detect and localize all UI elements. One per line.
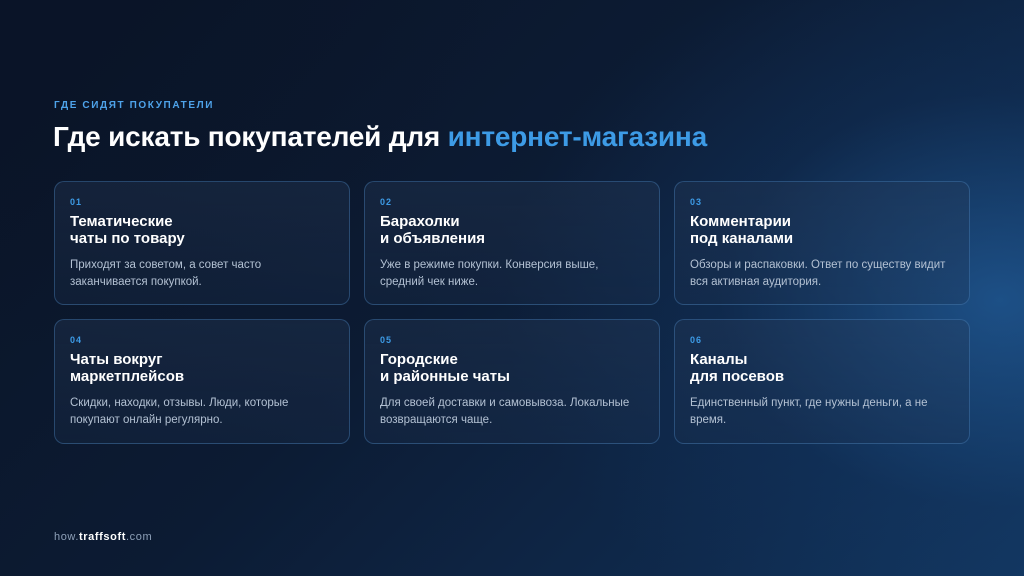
card-description: Скидки, находки, отзывы. Люди, которые п… bbox=[70, 397, 289, 426]
card-number: 04 bbox=[70, 335, 83, 345]
card-number: 05 bbox=[380, 335, 393, 345]
page-title: Где искать покупателей для интернет-мага… bbox=[53, 121, 707, 153]
card-number: 06 bbox=[690, 335, 703, 345]
card-flea-markets: 02 Барахолки и объявления Уже в режиме п… bbox=[364, 181, 660, 305]
card-title: Комментарии под каналами bbox=[690, 213, 794, 247]
card-title: Тематические чаты по товару bbox=[70, 213, 185, 247]
card-description: Уже в режиме покупки. Конверсия выше, ср… bbox=[380, 259, 599, 288]
footer-suffix: .com bbox=[125, 531, 153, 543]
card-channel-comments: 03 Комментарии под каналами Обзоры и рас… bbox=[674, 181, 970, 305]
card-marketplace-chats: 04 Чаты вокруг маркетплейсов Скидки, нах… bbox=[54, 319, 350, 444]
card-chat-topic: 01 Тематические чаты по товару Приходят … bbox=[54, 181, 350, 305]
card-title: Барахолки и объявления bbox=[380, 213, 486, 247]
slide: ГДЕ СИДЯТ ПОКУПАТЕЛИ Где искать покупате… bbox=[0, 0, 1024, 576]
card-number: 01 bbox=[70, 197, 83, 207]
footer-brand: traffsoft bbox=[79, 531, 126, 543]
footer-prefix: how. bbox=[54, 531, 80, 543]
card-paid-channels: 06 Каналы для посевов Единственный пункт… bbox=[674, 319, 970, 444]
card-title: Городские и районные чаты bbox=[380, 351, 510, 385]
card-city-chats: 05 Городские и районные чаты Для своей д… bbox=[364, 319, 660, 444]
card-description: Для своей доставки и самовывоза. Локальн… bbox=[380, 397, 630, 426]
card-number: 02 bbox=[380, 197, 393, 207]
card-number: 03 bbox=[690, 197, 703, 207]
card-description: Обзоры и распаковки. Ответ по существу в… bbox=[690, 259, 946, 288]
card-title: Чаты вокруг маркетплейсов bbox=[70, 351, 185, 385]
card-description: Единственный пункт, где нужны деньги, а … bbox=[690, 397, 928, 426]
card-description: Приходят за советом, а совет часто закан… bbox=[70, 259, 262, 288]
title-main: Где искать покупателей для bbox=[53, 121, 448, 152]
cards-grid: 01 Тематические чаты по товару Приходят … bbox=[54, 181, 970, 444]
title-accent: интернет-магазина bbox=[447, 121, 708, 152]
card-title: Каналы для посевов bbox=[690, 351, 785, 385]
eyebrow-label: ГДЕ СИДЯТ ПОКУПАТЕЛИ bbox=[54, 100, 215, 111]
footer-url: how.traffsoft.com bbox=[54, 531, 152, 543]
